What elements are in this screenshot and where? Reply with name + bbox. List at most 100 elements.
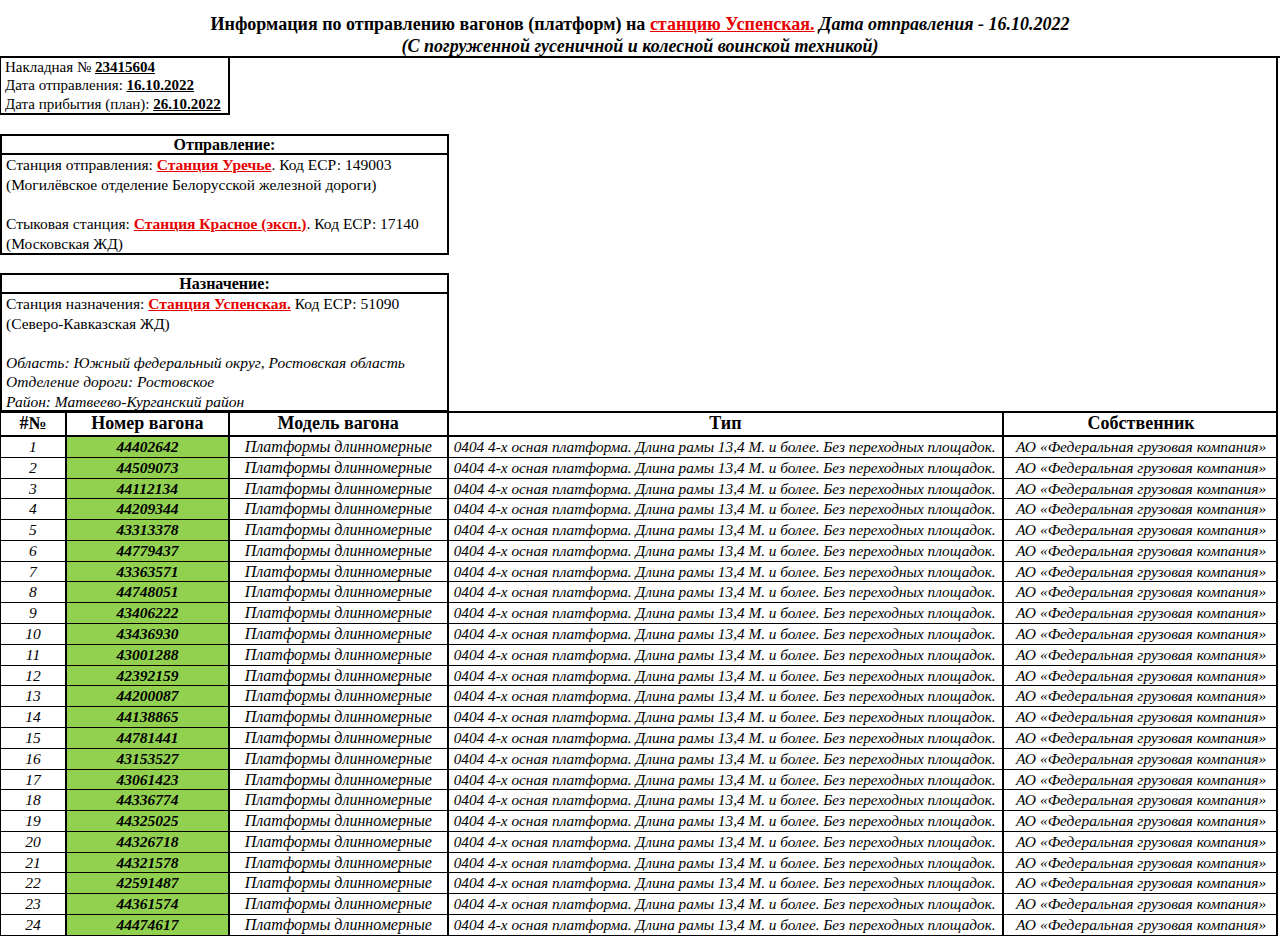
departure-block: Отправление: Станция отправления: Станци…: [0, 134, 449, 255]
cell-owner: АО «Федеральная грузовая компания»: [1004, 770, 1278, 791]
cell-wagon-type: 0404 4-х осная платформа. Длина рамы 13,…: [449, 894, 1005, 915]
table-row: 943406222Платформы длинномерные0404 4-х …: [1, 603, 1278, 624]
departure-date-value: 16.10.2022: [127, 77, 195, 93]
title-prefix: Информация по отправлению вагонов (платф…: [211, 14, 650, 34]
cell-owner: АО «Федеральная грузовая компания»: [1004, 686, 1278, 707]
table-header-row: #№ Номер вагона Модель вагона Тип Собств…: [1, 413, 1278, 437]
header-wagon-type: Тип: [449, 413, 1005, 437]
junction-station-link[interactable]: Станция Красное (эксп.): [134, 215, 307, 232]
cell-wagon-type: 0404 4-х осная платформа. Длина рамы 13,…: [449, 686, 1005, 707]
table-row: 644779437Платформы длинномерные0404 4-х …: [1, 541, 1278, 562]
cell-owner: АО «Федеральная грузовая компания»: [1004, 728, 1278, 749]
departure-road-line: (Московская ЖД): [6, 234, 447, 254]
table-row: 2044326718Платформы длинномерные0404 4-х…: [1, 832, 1278, 853]
table-row: 1444138865Платформы длинномерные0404 4-х…: [1, 707, 1278, 728]
departure-empty-line: [6, 194, 447, 214]
cell-owner: АО «Федеральная грузовая компания»: [1004, 645, 1278, 666]
cell-wagon-number: 44474617: [67, 915, 230, 936]
cell-row-number: 17: [1, 770, 67, 791]
cell-wagon-number: 44748051: [67, 582, 230, 603]
cell-owner: АО «Федеральная грузовая компания»: [1004, 832, 1278, 853]
table-row: 1944325025Платформы длинномерные0404 4-х…: [1, 811, 1278, 832]
document-subtitle: (С погруженной гусеничной и колесной вои…: [0, 35, 1280, 57]
cell-wagon-number: 42591487: [67, 873, 230, 894]
cell-owner: АО «Федеральная грузовая компания»: [1004, 624, 1278, 645]
cell-owner: АО «Федеральная грузовая компания»: [1004, 437, 1278, 458]
destination-district-line: Район: Матвеево-Курганский район: [6, 392, 447, 412]
cell-row-number: 3: [1, 479, 67, 500]
cell-wagon-model: Платформы длинномерные: [230, 811, 449, 832]
table-row: 1544781441Платформы длинномерные0404 4-х…: [1, 728, 1278, 749]
cell-owner: АО «Федеральная грузовая компания»: [1004, 666, 1278, 687]
cell-owner: АО «Федеральная грузовая компания»: [1004, 582, 1278, 603]
arrival-date-value: 26.10.2022: [153, 96, 221, 112]
cell-row-number: 18: [1, 790, 67, 811]
cell-row-number: 8: [1, 582, 67, 603]
table-row: 543313378Платформы длинномерные0404 4-х …: [1, 520, 1278, 541]
cell-wagon-type: 0404 4-х осная платформа. Длина рамы 13,…: [449, 728, 1005, 749]
arrival-date-label: Дата прибытия (план):: [5, 96, 153, 112]
cell-wagon-model: Платформы длинномерные: [230, 749, 449, 770]
cell-wagon-number: 43363571: [67, 562, 230, 583]
destination-station-link[interactable]: Станция Успенская.: [148, 295, 291, 312]
cell-wagon-type: 0404 4-х осная платформа. Длина рамы 13,…: [449, 873, 1005, 894]
table-row: 444209344Платформы длинномерные0404 4-х …: [1, 499, 1278, 520]
destination-region-line: Область: Южный федеральный округ, Ростов…: [6, 353, 447, 373]
cell-wagon-number: 44361574: [67, 894, 230, 915]
cell-wagon-model: Платформы длинномерные: [230, 686, 449, 707]
cell-owner: АО «Федеральная грузовая компания»: [1004, 790, 1278, 811]
cell-owner: АО «Федеральная грузовая компания»: [1004, 749, 1278, 770]
cell-wagon-number: 44200087: [67, 686, 230, 707]
cell-owner: АО «Федеральная грузовая компания»: [1004, 479, 1278, 500]
cell-row-number: 13: [1, 686, 67, 707]
waybill-number-label: Накладная №: [5, 59, 95, 75]
cell-wagon-type: 0404 4-х осная платформа. Длина рамы 13,…: [449, 582, 1005, 603]
waybill-block: Накладная № 23415604 Дата отправления: 1…: [0, 58, 230, 115]
destination-station-code: Код ЕСР: 51090: [291, 295, 399, 312]
cell-wagon-model: Платформы длинномерные: [230, 582, 449, 603]
cell-wagon-number: 44209344: [67, 499, 230, 520]
cell-wagon-number: 44336774: [67, 790, 230, 811]
cell-wagon-number: 43406222: [67, 603, 230, 624]
cell-row-number: 10: [1, 624, 67, 645]
header-row-number: #№: [1, 413, 67, 437]
cell-row-number: 7: [1, 562, 67, 583]
cell-row-number: 5: [1, 520, 67, 541]
departure-station-link[interactable]: Станция Уречье: [157, 156, 272, 173]
cell-wagon-type: 0404 4-х осная платформа. Длина рамы 13,…: [449, 832, 1005, 853]
departure-division-line: (Могилёвское отделение Белорусской желез…: [6, 175, 447, 195]
cell-owner: АО «Федеральная грузовая компания»: [1004, 915, 1278, 936]
cell-wagon-model: Платформы длинномерные: [230, 707, 449, 728]
cell-wagon-number: 43001288: [67, 645, 230, 666]
cell-row-number: 15: [1, 728, 67, 749]
cell-wagon-model: Платформы длинномерные: [230, 666, 449, 687]
table-row: 144402642Платформы длинномерные0404 4-х …: [1, 437, 1278, 458]
cell-wagon-type: 0404 4-х осная платформа. Длина рамы 13,…: [449, 520, 1005, 541]
header-owner: Собственник: [1004, 413, 1278, 437]
junction-station-line: Стыковая станция: Станция Красное (эксп.…: [6, 214, 447, 234]
cell-row-number: 21: [1, 853, 67, 874]
cell-row-number: 22: [1, 873, 67, 894]
document-page: { "title": { "line1_prefix": "Информация…: [0, 0, 1280, 936]
cell-wagon-number: 44402642: [67, 437, 230, 458]
cell-owner: АО «Федеральная грузовая компания»: [1004, 603, 1278, 624]
title-station-link[interactable]: станцию Успенская.: [650, 14, 815, 34]
cell-wagon-model: Платформы длинномерные: [230, 873, 449, 894]
cell-row-number: 2: [1, 458, 67, 479]
table-row: 844748051Платформы длинномерные0404 4-х …: [1, 582, 1278, 603]
cell-wagon-model: Платформы длинномерные: [230, 770, 449, 791]
cell-wagon-type: 0404 4-х осная платформа. Длина рамы 13,…: [449, 541, 1005, 562]
cell-wagon-model: Платформы длинномерные: [230, 562, 449, 583]
cell-row-number: 12: [1, 666, 67, 687]
cell-row-number: 14: [1, 707, 67, 728]
cell-row-number: 4: [1, 499, 67, 520]
cell-wagon-type: 0404 4-х осная платформа. Длина рамы 13,…: [449, 811, 1005, 832]
departure-station-label: Станция отправления:: [6, 156, 157, 173]
destination-station-line: Станция назначения: Станция Успенская. К…: [6, 294, 447, 314]
cell-wagon-type: 0404 4-х осная платформа. Длина рамы 13,…: [449, 915, 1005, 936]
cell-wagon-model: Платформы длинномерные: [230, 624, 449, 645]
cell-row-number: 23: [1, 894, 67, 915]
cell-wagon-type: 0404 4-х осная платформа. Длина рамы 13,…: [449, 437, 1005, 458]
destination-road-line: (Северо-Кавказская ЖД): [6, 314, 447, 334]
cell-wagon-number: 44321578: [67, 853, 230, 874]
